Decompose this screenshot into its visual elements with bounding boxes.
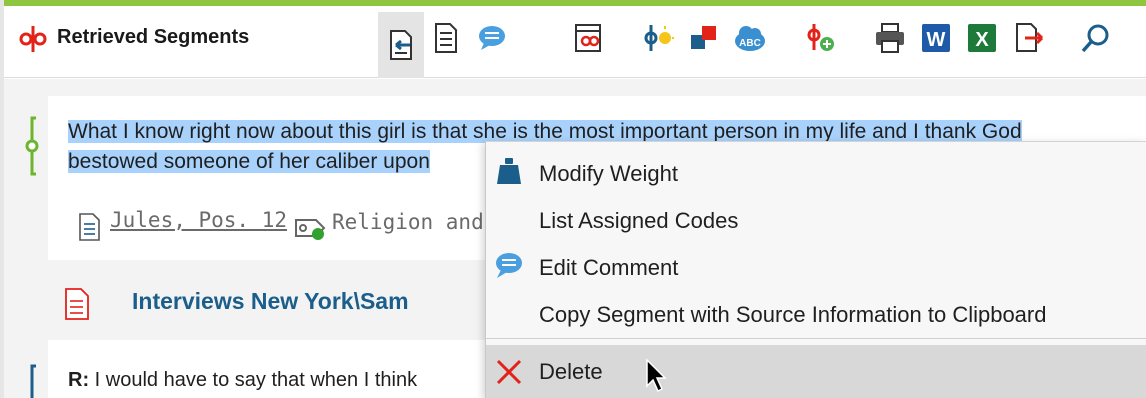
context-menu: Modify Weight List Assigned Codes Edit C… xyxy=(485,141,1146,398)
excel-export-icon: X xyxy=(968,24,996,52)
print-button[interactable] xyxy=(870,18,910,58)
delete-x-icon xyxy=(496,359,522,385)
list-doc-icon xyxy=(435,23,457,53)
menu-item-copy-segment[interactable]: Copy Segment with Source Information to … xyxy=(486,289,1146,336)
segment-bracket-icon-2 xyxy=(30,364,36,398)
source-reference-text: Jules, Pos. 12 xyxy=(110,208,288,232)
segment-line-2: bestowed someone of her caliber upon xyxy=(68,150,430,173)
menu-item-label: Edit Comment xyxy=(539,255,679,280)
segment-line-1: What I know right now about this girl is… xyxy=(68,120,1022,143)
code-ideas-button[interactable] xyxy=(638,18,678,58)
source-document-icon xyxy=(79,213,100,241)
code-lightbulb-icon xyxy=(644,25,674,51)
comment-icon xyxy=(496,253,522,278)
menu-item-delete[interactable]: Delete xyxy=(486,345,1146,398)
word-export-button[interactable]: W xyxy=(916,18,956,58)
menu-item-label: List Assigned Codes xyxy=(539,208,739,233)
svg-text:W: W xyxy=(927,29,946,51)
menu-item-label: Modify Weight xyxy=(539,161,678,186)
speaker-label: R: xyxy=(68,369,90,391)
segment-view-button[interactable] xyxy=(378,12,424,78)
document-header[interactable]: Interviews New York\Sam xyxy=(132,288,409,315)
menu-item-modify-weight[interactable]: Modify Weight xyxy=(486,148,1146,195)
weight-icon xyxy=(497,158,521,184)
search-icon xyxy=(1081,24,1109,53)
next-segment-text[interactable]: R: I would have to say that when I think xyxy=(68,369,417,392)
menu-item-label: Delete xyxy=(539,359,603,384)
spell-cloud-icon: ABC xyxy=(735,26,765,51)
assigned-code-label[interactable]: Religion and xyxy=(332,210,484,234)
comment-icon xyxy=(479,26,505,50)
window-title: Retrieved Segments xyxy=(57,26,250,48)
svg-text:ABC: ABC xyxy=(739,38,761,49)
retrieved-segments-icon xyxy=(19,26,47,52)
comment-button[interactable] xyxy=(472,18,512,58)
segment-doc-icon xyxy=(390,30,412,60)
search-button[interactable] xyxy=(1076,18,1116,58)
spell-check-button[interactable]: ABC xyxy=(730,18,770,58)
print-icon xyxy=(876,23,904,53)
segment-bracket-icon xyxy=(25,116,39,176)
svg-text:X: X xyxy=(975,29,989,51)
add-code-icon xyxy=(807,24,834,51)
code-tag-icon xyxy=(295,219,326,240)
word-export-icon: W xyxy=(922,24,950,52)
color-button[interactable] xyxy=(684,18,724,58)
export-icon xyxy=(1016,23,1044,52)
menu-item-edit-comment[interactable]: Edit Comment xyxy=(486,242,1146,289)
next-segment-body: I would have to say that when I think xyxy=(94,369,418,391)
menu-item-list-assigned-codes[interactable]: List Assigned Codes xyxy=(486,195,1146,242)
menu-item-label: Copy Segment with Source Information to … xyxy=(539,302,1047,327)
source-reference-link[interactable]: Jules, Pos. 12 xyxy=(110,208,287,240)
mouse-cursor-icon xyxy=(646,358,667,393)
document-icon xyxy=(65,288,89,320)
color-squares-icon xyxy=(691,26,716,49)
document-codes-icon xyxy=(575,24,601,52)
export-button[interactable] xyxy=(1008,18,1048,58)
add-code-button[interactable] xyxy=(800,18,840,58)
document-codes-button[interactable] xyxy=(568,18,608,58)
menu-separator xyxy=(486,338,1146,339)
excel-export-button[interactable]: X xyxy=(962,18,1002,58)
toolbar: Retrieved Segments ABC W X xyxy=(4,6,1146,78)
list-view-button[interactable] xyxy=(426,18,466,58)
